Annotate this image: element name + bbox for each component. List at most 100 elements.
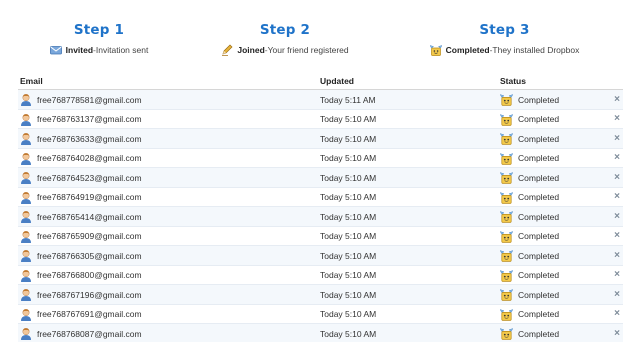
row-email: free768763633@gmail.com [37, 133, 142, 144]
status-cell: Completed [500, 90, 559, 109]
table-row: free768778581@gmail.com Today 5:11 AM Comp… [18, 90, 623, 110]
status-cell: Completed [500, 246, 559, 265]
close-icon[interactable]: × [614, 289, 620, 300]
row-email: free768768087@gmail.com [37, 328, 142, 339]
table-row: free768766800@gmail.com Today 5:10 AM Comp… [18, 265, 623, 285]
row-updated: Today 5:11 AM [320, 94, 376, 105]
email-cell: free768763137@gmail.com [20, 110, 142, 129]
table-row: free768763137@gmail.com Today 5:10 AM Comp… [18, 109, 623, 129]
close-icon[interactable]: × [614, 133, 620, 144]
row-updated: Today 5:10 AM [320, 328, 377, 339]
step-description: They installed Dropbox [492, 45, 580, 55]
table-row: free768767691@gmail.com Today 5:10 AM Comp… [18, 304, 623, 324]
row-updated: Today 5:10 AM [320, 309, 377, 319]
close-icon[interactable]: × [614, 192, 620, 202]
status-cell: Completed [500, 227, 559, 246]
updated-cell: Today 5:10 AM [320, 207, 376, 226]
updated-cell: Today 5:10 AM [320, 324, 376, 342]
row-email: free768766800@gmail.com [37, 270, 142, 280]
close-icon[interactable]: × [614, 270, 620, 280]
column-header-email[interactable]: Email [20, 76, 43, 86]
user-avatar-icon [21, 230, 31, 243]
email-cell: free768765414@gmail.com [20, 207, 142, 226]
updated-cell: Today 5:10 AM [320, 149, 376, 168]
step-description: Your friend registered [267, 45, 349, 55]
remove-cell: × [612, 110, 622, 129]
user-avatar-icon [21, 269, 31, 282]
close-icon[interactable]: × [614, 250, 620, 261]
row-email: free768778581@gmail.com [37, 94, 142, 105]
updated-cell: Today 5:10 AM [320, 305, 376, 324]
status-cell: Completed [500, 129, 559, 148]
open-box-icon [500, 328, 513, 340]
close-icon[interactable]: × [614, 172, 620, 183]
close-icon[interactable]: × [614, 309, 620, 319]
table-header: Email Updated Status [18, 72, 623, 90]
remove-cell: × [612, 285, 622, 304]
row-email: free768766305@gmail.com [37, 250, 142, 261]
open-box-icon [500, 211, 513, 223]
user-avatar-icon [21, 133, 31, 145]
email-cell: free768766800@gmail.com [20, 266, 142, 285]
status-cell: Completed [500, 188, 559, 207]
status-cell: Completed [500, 149, 559, 168]
close-icon[interactable]: × [614, 153, 620, 163]
email-cell: free768767196@gmail.com [20, 285, 142, 304]
open-box-icon [500, 308, 513, 321]
updated-cell: Today 5:10 AM [320, 188, 376, 207]
status-cell: Completed [500, 110, 559, 129]
open-box-icon [500, 113, 513, 126]
status-cell: Completed [500, 168, 559, 187]
open-box-icon [500, 133, 513, 145]
table-row: free768765414@gmail.com Today 5:10 AM Comp… [18, 207, 623, 227]
row-email: free768763137@gmail.com [37, 114, 142, 124]
row-status: Completed [518, 328, 560, 339]
row-email: free768764919@gmail.com [37, 192, 142, 202]
pencil-icon [222, 44, 233, 56]
updated-cell: Today 5:11 AM [320, 90, 376, 109]
updated-cell: Today 5:10 AM [320, 129, 376, 148]
row-updated: Today 5:10 AM [320, 250, 377, 261]
step-joined: Step 2 Joined - Your friend registered [210, 22, 360, 56]
row-email: free768764523@gmail.com [37, 172, 142, 183]
email-cell: free768778581@gmail.com [20, 90, 142, 109]
referrals-table: Email Updated Status free768778581@gmail… [18, 72, 623, 342]
row-updated: Today 5:10 AM [320, 231, 377, 241]
user-avatar-icon [21, 289, 31, 301]
step-status: Invited [65, 45, 94, 55]
updated-cell: Today 5:10 AM [320, 110, 376, 129]
row-updated: Today 5:10 AM [320, 192, 377, 202]
close-icon[interactable]: × [614, 328, 620, 339]
updated-cell: Today 5:10 AM [320, 168, 376, 187]
table-row: free768765909@gmail.com Today 5:10 AM Comp… [18, 226, 623, 246]
user-avatar-icon [21, 308, 31, 321]
row-status: Completed [518, 270, 560, 280]
row-email: free768764028@gmail.com [37, 153, 142, 163]
status-cell: Completed [500, 285, 559, 304]
user-avatar-icon [21, 152, 31, 165]
close-icon[interactable]: × [614, 114, 620, 124]
row-status: Completed [518, 94, 560, 105]
row-status: Completed [518, 250, 560, 261]
column-header-status[interactable]: Status [500, 76, 526, 86]
row-status: Completed [518, 114, 560, 124]
step-status: Completed [445, 45, 490, 55]
row-status: Completed [518, 231, 560, 241]
user-avatar-icon [21, 172, 31, 184]
row-updated: Today 5:10 AM [320, 153, 377, 163]
remove-cell: × [612, 266, 622, 285]
step-title: Step 3 [479, 22, 530, 38]
row-email: free768765909@gmail.com [37, 231, 142, 241]
remove-cell: × [612, 324, 622, 342]
table-row: free768764919@gmail.com Today 5:10 AM Comp… [18, 187, 623, 207]
column-header-updated[interactable]: Updated [320, 76, 354, 86]
status-cell: Completed [500, 305, 559, 324]
close-icon[interactable]: × [614, 211, 620, 222]
table-row: free768763633@gmail.com Today 5:10 AM Comp… [18, 129, 623, 149]
close-icon[interactable]: × [614, 231, 620, 241]
remove-cell: × [612, 305, 622, 324]
email-cell: free768768087@gmail.com [20, 324, 142, 342]
close-icon[interactable]: × [614, 94, 620, 105]
step-title: Step 2 [259, 22, 311, 38]
row-status: Completed [518, 133, 560, 144]
